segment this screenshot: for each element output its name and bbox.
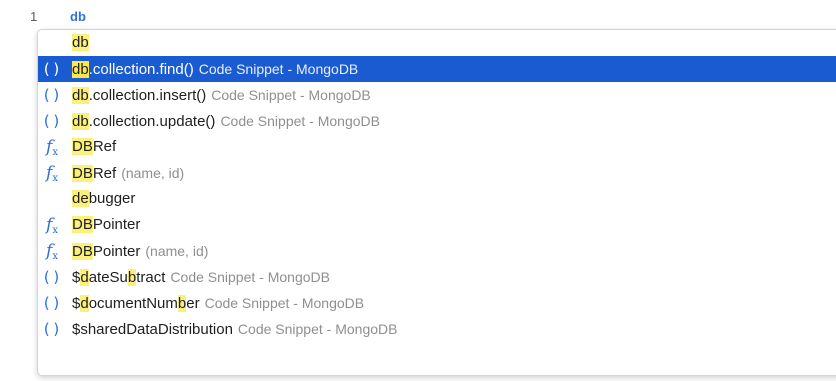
match-highlight: DB [72,165,93,182]
suggestion-text: Pointer [92,216,141,233]
suggestion-text: ocumentNum [88,295,178,312]
suggestion-label: DBPointer [72,212,140,238]
snippet-icon: () [41,268,63,286]
suggestion-detail: Code Snippet - MongoDB [204,295,365,311]
suggestion-item[interactable]: () $sharedDataDistribution Code Snippet - … [38,316,836,342]
match-highlight: db [72,113,89,130]
match-highlight: db [72,61,89,78]
match-highlight: d [80,295,89,312]
suggestion-item[interactable]: fx DBRef (name, id) [38,160,836,186]
suggestion-label: debugger [72,186,135,212]
autocomplete-suggestion-list[interactable]: db() db.collection.find() Code Snippet - M… [37,29,836,376]
suggestion-label: db.collection.insert() Code Snippet - Mon… [72,82,371,109]
snippet-icon: () [41,320,63,338]
snippet-icon: () [41,112,63,130]
suggestion-item[interactable]: db [38,30,836,56]
suggestion-text: Ref [92,138,117,155]
suggestion-label: $sharedDataDistribution Code Snippet - Mo… [72,316,397,343]
suggestion-text: bugger [88,190,136,207]
suggestion-detail: Code Snippet - MongoDB [170,269,330,285]
suggestion-text: .collection.find() [88,61,194,78]
suggestion-text: .collection.update() [88,113,216,130]
suggestion-label: $dateSubtract Code Snippet - MongoDB [72,264,330,291]
function-icon-subscript: x [52,251,58,262]
suggestion-detail: (name, id) [121,165,185,181]
match-highlight: DB [72,243,93,260]
match-highlight: DB [72,216,93,233]
function-icon-subscript: x [52,147,58,158]
snippet-icon: () [41,86,63,104]
suggestion-detail: (name, id) [145,243,209,259]
code-text[interactable]: db [70,9,86,24]
suggestion-text: tract [136,269,166,286]
suggestion-item[interactable]: fx DBPointer (name, id) [38,238,836,264]
suggestion-label: DBPointer (name, id) [72,238,208,265]
editor-line[interactable]: 1 db [0,0,836,28]
suggestion-label: db.collection.update() Code Snippet - Mon… [72,108,380,135]
suggestion-text: .collection.insert() [88,87,207,104]
match-highlight: db [72,87,89,104]
suggestion-label: db.collection.find() Code Snippet - Mongo… [72,56,358,83]
match-highlight: db [72,34,89,51]
suggestion-label: db [72,30,89,56]
suggestion-label: DBRef (name, id) [72,160,184,187]
snippet-icon: () [41,294,63,312]
suggestion-item[interactable]: () $documentNumber Code Snippet - MongoDB [38,290,836,316]
function-icon-subscript: x [52,225,58,236]
suggestion-text: sharedDataDistribution [80,321,233,338]
suggestion-text: ateSu [88,269,128,286]
suggestion-item[interactable]: () db.collection.update() Code Snippet - M… [38,108,836,134]
match-highlight: b [177,295,187,312]
function-icon: fx [41,212,63,238]
function-icon: fx [41,134,63,160]
suggestion-item[interactable]: () db.collection.insert() Code Snippet - M… [38,82,836,108]
suggestion-text: Pointer [92,243,141,260]
suggestion-detail: Code Snippet - MongoDB [220,113,380,129]
match-highlight: de [72,190,89,207]
match-highlight: b [127,269,137,286]
suggestion-detail: Code Snippet - MongoDB [211,87,371,103]
suggestion-detail: Code Snippet - MongoDB [198,61,359,77]
suggestion-label: $documentNumber Code Snippet - MongoDB [72,290,364,317]
match-highlight: d [80,269,89,286]
suggestion-text: er [186,295,200,312]
suggestion-item[interactable]: () db.collection.find() Code Snippet - Mon… [38,56,836,82]
match-highlight: DB [72,138,93,155]
line-number: 1 [30,9,38,24]
suggestion-detail: Code Snippet - MongoDB [237,321,398,337]
suggestion-item[interactable]: debugger [38,186,836,212]
suggestion-text: Ref [92,165,117,182]
snippet-icon: () [41,60,63,78]
suggestion-item[interactable]: () $dateSubtract Code Snippet - MongoDB [38,264,836,290]
suggestion-item[interactable]: fx DBRef [38,134,836,160]
suggestion-label: DBRef [72,134,116,160]
function-icon: fx [41,160,63,186]
function-icon-subscript: x [52,173,58,184]
code-editor[interactable]: 1 db db() db.collection.find() Code Snippe… [0,0,836,381]
function-icon: fx [41,238,63,264]
suggestion-item[interactable]: fx DBPointer [38,212,836,238]
